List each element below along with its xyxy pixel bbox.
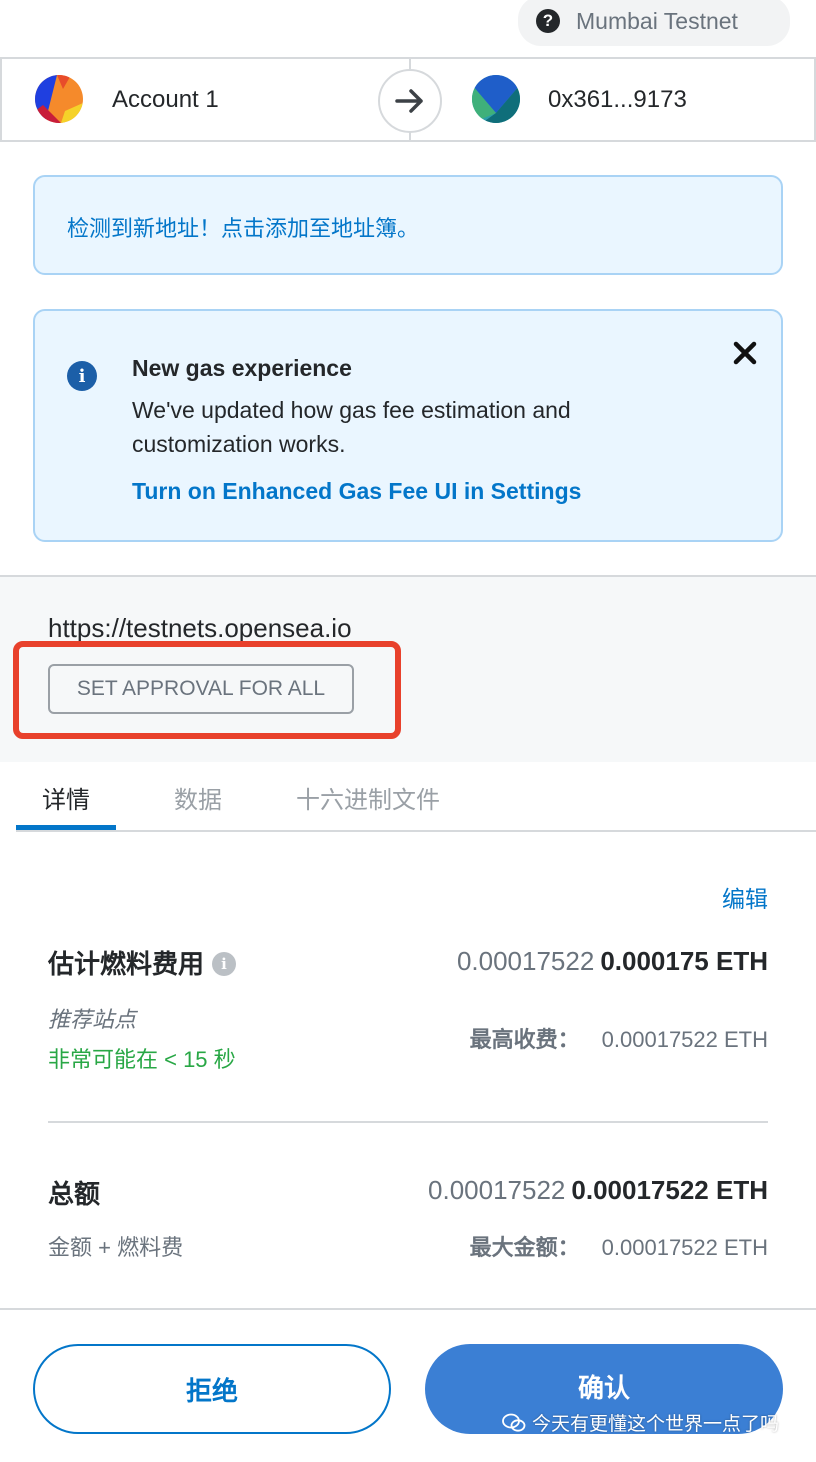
gas-fee-primary: 0.000175 ETH (600, 946, 768, 976)
sender-recipient-bar: Account 1 0x361...9173 (0, 57, 816, 142)
tab-details[interactable]: 详情 (42, 780, 90, 815)
total-title: 总额 (48, 1179, 101, 1209)
total-subtitle: 金额 + 燃料费 (48, 1235, 184, 1260)
gas-max-fee-row: 最高收费： 0.00017522 ETH (470, 1022, 768, 1054)
tab-hex[interactable]: 十六进制文件 (296, 780, 440, 815)
tab-data[interactable]: 数据 (174, 780, 222, 815)
to-account-avatar (472, 75, 520, 123)
max-amount-label: 最大金额： (469, 1235, 580, 1260)
chat-bubble-icon (502, 1413, 526, 1432)
gas-notice-body: We've updated how gas fee estimation and… (132, 397, 571, 457)
gas-fee-secondary: 0.00017522 (456, 946, 595, 976)
gas-likelihood: 非常可能在 < 15 秒 (48, 1047, 236, 1072)
site-suggested-label: 推荐站点 (48, 1007, 137, 1032)
new-address-text: 检测到新地址！点击添加至地址簿。 (67, 216, 420, 241)
footer-divider (0, 1308, 816, 1310)
watermark: 今天有更懂这个世界一点了吗 (502, 1409, 779, 1436)
details-divider (48, 1121, 768, 1123)
reject-button[interactable]: 拒绝 (33, 1344, 391, 1434)
info-icon: i (67, 361, 97, 391)
enhanced-gas-settings-link[interactable]: Turn on Enhanced Gas Fee UI in Settings (132, 478, 581, 505)
gas-fee-title: 估计燃料费用 (48, 949, 205, 979)
gas-experience-notice: i New gas experience We've updated how g… (33, 309, 783, 542)
help-icon: ? (536, 9, 560, 33)
total-primary: 0.00017522 ETH (571, 1175, 768, 1205)
tab-bar: 详情 数据 十六进制文件 (16, 762, 816, 832)
arrow-right-icon (378, 69, 442, 133)
max-amount-value: 0.00017522 ETH (601, 1235, 768, 1260)
gas-info-icon[interactable]: i (212, 952, 237, 976)
total-max-row: 最大金额： 0.00017522 ETH (470, 1230, 768, 1262)
max-fee-label: 最高收费： (469, 1027, 580, 1052)
gas-notice-title: New gas experience (132, 355, 352, 381)
gas-fee-values: 0.00017522 0.000175 ETH (457, 946, 768, 977)
to-address[interactable]: 0x361...9173 (548, 86, 687, 114)
origin-url: https://testnets.opensea.io (48, 613, 352, 643)
close-icon[interactable] (729, 337, 761, 369)
edit-button[interactable]: 编辑 (722, 880, 768, 914)
gas-fee-title-row: 估计燃料费用 i (48, 944, 237, 981)
new-address-notice[interactable]: 检测到新地址！点击添加至地址簿。 (33, 175, 783, 275)
from-account-name[interactable]: Account 1 (112, 86, 219, 114)
highlight-annotation (13, 641, 401, 739)
network-name: Mumbai Testnet (576, 7, 738, 34)
watermark-text: 今天有更懂这个世界一点了吗 (532, 1414, 780, 1435)
request-origin: https://testnets.opensea.io SET APPROVAL… (0, 575, 816, 762)
total-values: 0.00017522 0.00017522 ETH (428, 1175, 768, 1206)
from-account-avatar (35, 75, 83, 123)
max-fee-value: 0.00017522 ETH (601, 1027, 768, 1052)
active-tab-indicator (16, 825, 116, 830)
total-secondary: 0.00017522 (428, 1175, 566, 1205)
network-selector[interactable]: ? Mumbai Testnet (518, 0, 790, 46)
